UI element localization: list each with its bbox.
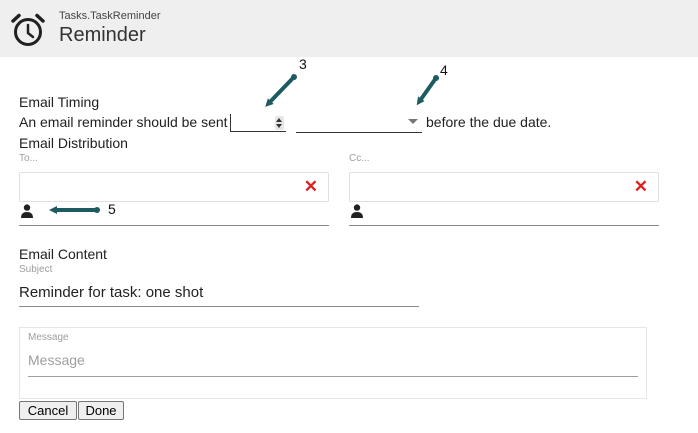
callout-arrow-4	[416, 75, 439, 106]
callout-4-label: 4	[440, 62, 448, 78]
callout-5-label: 5	[108, 201, 116, 217]
annotation-overlay	[49, 74, 439, 214]
callout-arrow-5	[49, 206, 100, 214]
callout-arrow-3	[265, 74, 297, 107]
callout-3-label: 3	[299, 56, 307, 72]
